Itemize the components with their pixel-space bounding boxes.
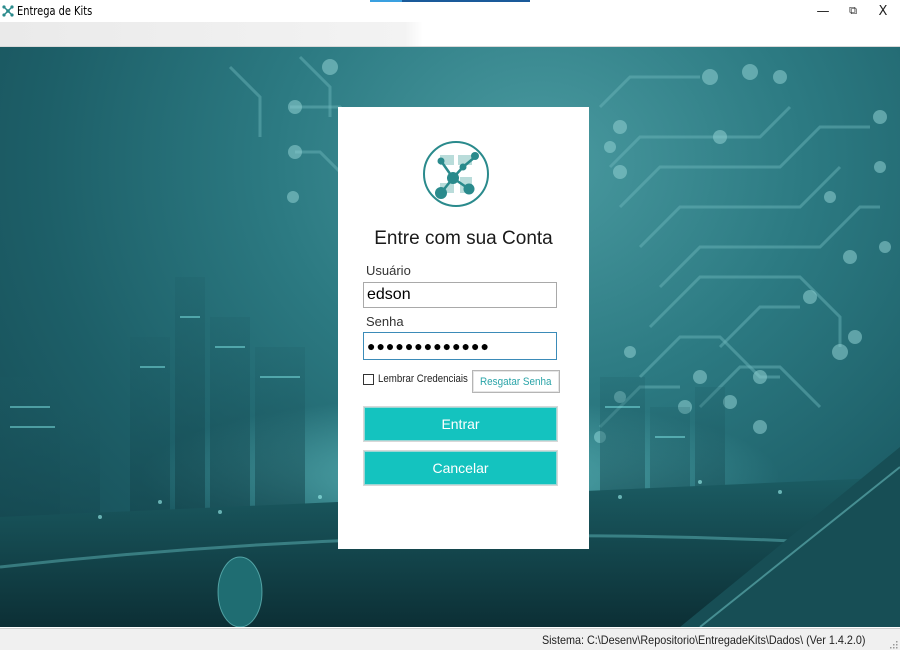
login-card: Entre com sua Conta Usuário Senha Lembra…: [338, 107, 589, 549]
recover-password-label: Resgatar Senha: [480, 375, 552, 388]
password-input[interactable]: [363, 332, 557, 360]
minimize-button[interactable]: —: [806, 0, 840, 22]
remember-credentials[interactable]: Lembrar Credenciais: [363, 373, 480, 385]
taskbar-indicator: [370, 0, 530, 2]
password-label: Senha: [366, 314, 404, 329]
window-title: Entrega de Kits: [17, 4, 93, 18]
recover-password-button[interactable]: Resgatar Senha: [472, 370, 560, 393]
remember-checkbox[interactable]: [363, 373, 374, 385]
enter-button[interactable]: Entrar: [363, 406, 558, 442]
username-label: Usuário: [366, 263, 411, 278]
remember-label: Lembrar Credenciais: [378, 373, 468, 385]
title-bar[interactable]: Entrega de Kits — ⧉ X: [0, 0, 900, 22]
login-title: Entre com sua Conta: [374, 228, 553, 249]
app-window: Entrega de Kits — ⧉ X Entre com sua Cont…: [0, 0, 900, 650]
status-text: Sistema: C:\Desenv\Repositorio\Entregade…: [542, 633, 866, 647]
app-network-icon: [2, 5, 14, 17]
toolbar-strip: [0, 22, 900, 47]
username-input[interactable]: [363, 282, 557, 308]
restore-button[interactable]: ⧉: [836, 0, 870, 22]
network-nodes-logo: [423, 141, 489, 207]
status-bar: Sistema: C:\Desenv\Repositorio\Entregade…: [0, 628, 900, 650]
resize-grip-icon[interactable]: [888, 639, 898, 649]
cancel-button[interactable]: Cancelar: [363, 450, 558, 486]
close-button[interactable]: X: [866, 0, 900, 22]
